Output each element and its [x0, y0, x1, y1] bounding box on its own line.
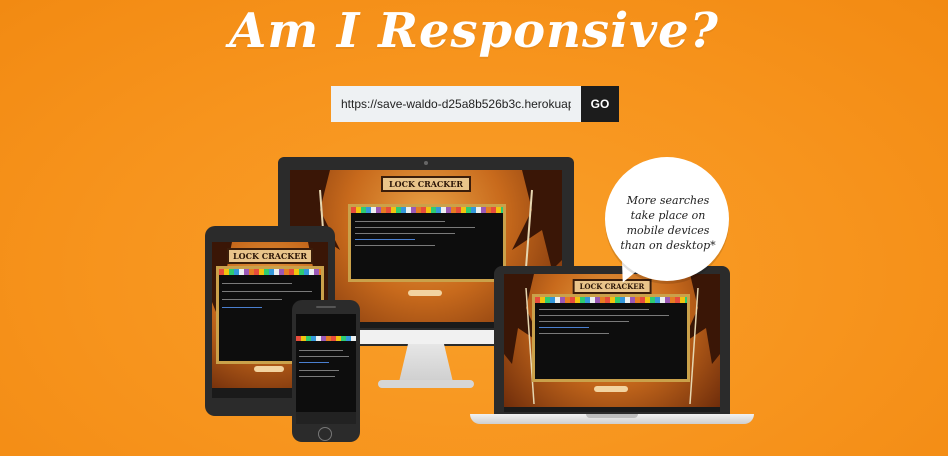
game-terminal [348, 204, 506, 282]
terminal-text-line [222, 291, 312, 292]
terminal-text-line [539, 327, 589, 328]
terminal-text-line [539, 321, 629, 322]
terminal-text-line [355, 227, 475, 228]
game-terminal [532, 294, 690, 382]
terminal-text-line [539, 309, 649, 310]
page-title: Am I Responsive? [229, 3, 719, 59]
speech-bubble-text: More searches take place on mobile devic… [620, 194, 716, 252]
start-button [254, 366, 284, 372]
game-logo: LOCK CRACKER [572, 279, 652, 294]
desktop-base [378, 380, 474, 388]
screen-footer [504, 407, 720, 412]
color-strip [296, 336, 356, 341]
color-strip [219, 269, 321, 275]
terminal-text-line [299, 376, 335, 377]
terminal-text-line [222, 307, 262, 308]
game-logo: LOCK CRACKER [381, 176, 471, 192]
laptop-notch [586, 414, 638, 418]
color-strip [351, 207, 503, 213]
terminal-text-line [355, 245, 435, 246]
terminal-text-line [539, 315, 669, 316]
url-input[interactable] [331, 86, 581, 122]
phone-speaker [316, 306, 336, 308]
terminal-text-line [355, 233, 455, 234]
terminal-text-line [539, 333, 609, 334]
terminal-text-line [299, 356, 349, 357]
terminal-text-line [299, 350, 343, 351]
terminal-text-line [222, 299, 282, 300]
desktop-stand [399, 344, 453, 382]
laptop-screen: LOCK CRACKER [504, 274, 720, 412]
start-button [408, 290, 442, 296]
terminal-text-line [355, 239, 415, 240]
desktop-camera-dot [424, 161, 428, 165]
phone-home-button [318, 427, 332, 441]
screen-footer [296, 412, 356, 424]
terminal-text-line [355, 221, 445, 222]
terminal-text-line [222, 283, 292, 284]
terminal-text-line [299, 370, 339, 371]
url-bar: GO [331, 86, 619, 122]
color-strip [535, 297, 687, 303]
phone-screen [296, 314, 356, 424]
game-logo: LOCK CRACKER [227, 248, 313, 264]
start-button [594, 386, 628, 392]
go-button[interactable]: GO [581, 86, 619, 122]
terminal-text-line [299, 362, 329, 363]
